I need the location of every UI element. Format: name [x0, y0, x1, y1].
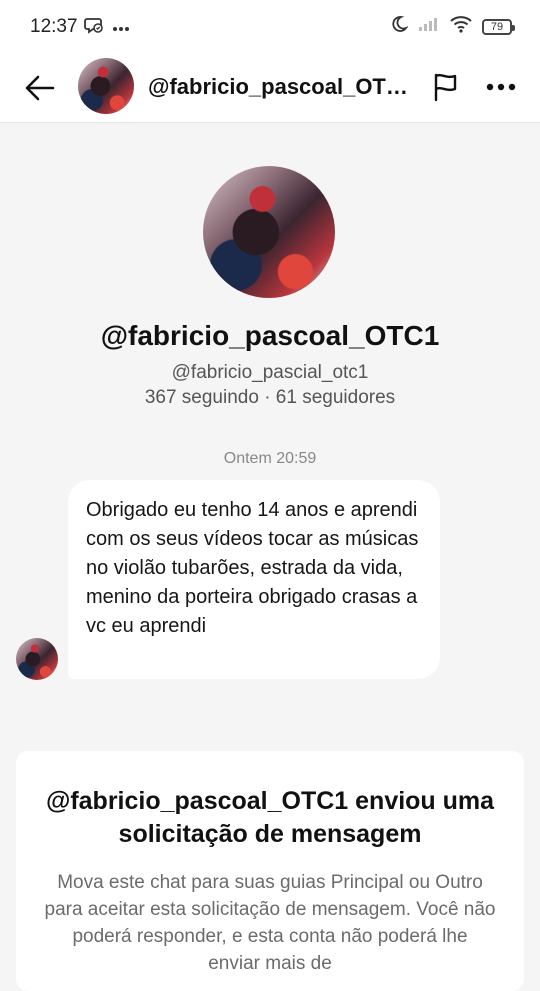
message-request-card: @fabricio_pascoal_OTC1 enviou uma solici… — [16, 751, 524, 991]
avatar-image — [16, 638, 58, 680]
profile-avatar[interactable] — [203, 166, 335, 298]
status-right-icons: 79 — [390, 15, 515, 38]
request-description: Mova este chat para suas guias Principal… — [44, 872, 496, 974]
header-title[interactable]: @fabricio_pascoal_OTC1 — [148, 74, 408, 100]
chat-header: @fabricio_pascoal_OTC1 — [0, 54, 540, 123]
signal-icon — [418, 16, 440, 37]
back-button[interactable] — [20, 68, 60, 108]
header-avatar[interactable] — [78, 58, 134, 114]
request-title: @fabricio_pascoal_OTC1 enviou uma solici… — [45, 787, 495, 848]
notification-icon — [84, 15, 104, 40]
avatar-image — [78, 58, 134, 114]
status-bar: 12:37 79 — [0, 0, 540, 54]
flag-icon — [434, 73, 457, 102]
back-arrow-icon — [25, 75, 55, 101]
profile-display-name: @fabricio_pascoal_OTC1 — [100, 320, 440, 351]
profile-stats: 367 seguindo · 61 seguidores — [144, 387, 396, 408]
profile-username: @fabricio_pascial_otc1 — [171, 362, 369, 383]
wifi-icon — [450, 15, 472, 38]
battery-icon: 79 — [482, 18, 515, 35]
message-timestamp: Ontem 20:59 — [223, 450, 317, 467]
battery-level: 79 — [490, 20, 504, 33]
message-avatar[interactable] — [16, 638, 58, 680]
report-button[interactable] — [426, 67, 466, 107]
status-time: 12:37 — [30, 16, 78, 37]
status-left-icons — [84, 15, 130, 40]
moon-icon — [390, 15, 409, 38]
avatar-image — [203, 166, 335, 298]
message-bubble[interactable]: Obrigado eu tenho 14 anos e aprendi com … — [68, 480, 440, 679]
more-dots-icon — [112, 19, 130, 37]
more-horizontal-icon — [486, 83, 516, 91]
more-options-button[interactable] — [480, 67, 522, 107]
